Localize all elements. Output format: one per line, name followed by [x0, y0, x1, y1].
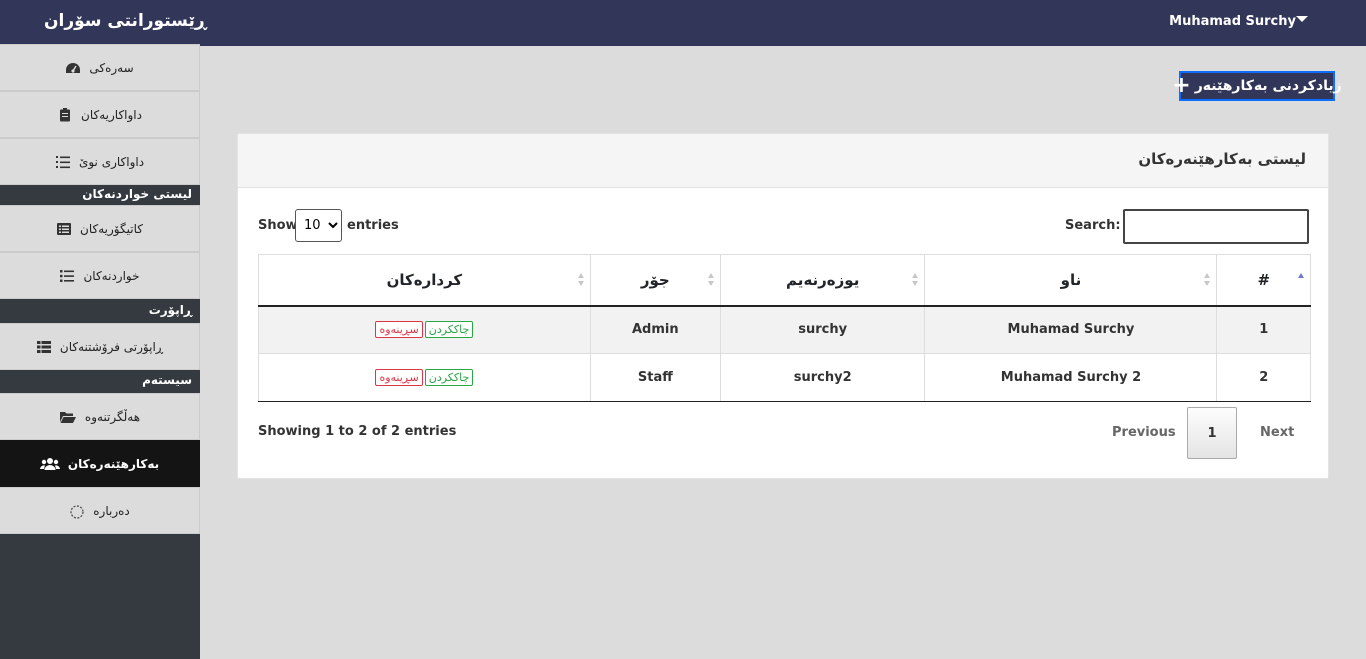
sidebar-item-label: داواکاری نوێ	[78, 154, 145, 169]
card-header: لیستی بەکارهێنەرەکان	[238, 134, 1328, 188]
sidebar-item-label: ڕاپۆرتی فرۆشتنەکان	[59, 339, 164, 354]
name-cell: Muhamad Surchy 2	[924, 353, 1218, 402]
sidebar-item-label: دەربارە	[93, 503, 130, 518]
pagination-page-current[interactable]: 1	[1187, 407, 1237, 459]
sidebar-item-orders[interactable]: داواکاریەکان	[0, 91, 200, 138]
folder-open-icon	[59, 410, 77, 424]
column-header-label: کردارەکان	[386, 270, 463, 289]
dashboard-icon	[65, 61, 81, 75]
table-row: سڕینەوە چاککردن Admin surchy Muhamad Surc…	[258, 305, 1311, 354]
pagination-next[interactable]: Next	[1260, 425, 1294, 440]
chevron-down-icon[interactable]	[1296, 16, 1308, 22]
sort-icon	[707, 273, 714, 287]
sidebar-section-report: ڕاپۆرت	[0, 301, 200, 321]
th-list-icon	[36, 340, 52, 354]
column-header-username[interactable]: یوزەرنەیم	[719, 254, 926, 307]
edit-button[interactable]: چاککردن	[424, 321, 474, 339]
column-header-type[interactable]: جۆر	[589, 254, 721, 307]
sidebar-item-label: هەڵگرتنەوە	[84, 409, 141, 424]
users-card: لیستی بەکارهێنەرەکان Show 10 entries Sea…	[237, 133, 1329, 479]
table-header-row: کردارەکان جۆر یوزەرنەیم ناو #	[258, 254, 1311, 307]
sidebar-item-label: کاتیگۆریەکان	[80, 221, 143, 236]
actions-cell: سڕینەوە چاککردن	[258, 353, 591, 402]
id-cell: 2	[1216, 353, 1311, 402]
column-header-id[interactable]: #	[1216, 254, 1311, 307]
list-ol-icon	[55, 155, 71, 169]
entries-length-select[interactable]: 10	[295, 209, 342, 242]
list-icon	[59, 269, 75, 283]
column-header-label: ناو	[1060, 270, 1082, 289]
list-alt-icon	[56, 222, 72, 236]
sort-icon	[912, 273, 919, 287]
table-row: سڕینەوە چاککردن Staff surchy2 Muhamad Sur…	[258, 353, 1311, 402]
entries-label: entries	[347, 218, 399, 233]
sidebar-item-label: سەرەکی	[89, 60, 134, 75]
sidebar-section-foods: لیستی خواردنەکان	[0, 185, 200, 205]
sidebar-section-system: سیستەم	[0, 371, 200, 391]
sort-icon	[577, 273, 584, 287]
sidebar-item-categories[interactable]: کاتیگۆریەکان	[0, 205, 200, 252]
sidebar-item-sales-report[interactable]: ڕاپۆرتی فرۆشتنەکان	[0, 323, 200, 370]
search-input[interactable]	[1123, 209, 1309, 244]
users-table: کردارەکان جۆر یوزەرنەیم ناو # سڕینەوە چاک…	[258, 254, 1311, 402]
sidebar-item-label: خواردنەکان	[83, 268, 140, 283]
sidebar: سەرەکی داواکاریەکان داواکاری نوێ لیستی خ…	[0, 44, 200, 659]
sort-icon	[1204, 273, 1211, 287]
type-cell: Staff	[589, 353, 721, 402]
pagination-previous[interactable]: Previous	[1112, 425, 1176, 440]
column-header-actions[interactable]: کردارەکان	[258, 254, 591, 307]
column-header-label: جۆر	[640, 270, 670, 289]
name-cell: Muhamad Surchy	[924, 305, 1218, 354]
column-header-name[interactable]: ناو	[924, 254, 1218, 307]
username-cell: surchy2	[719, 353, 926, 402]
sidebar-item-users[interactable]: بەکارهێنەرەکان	[0, 440, 200, 487]
brand-title[interactable]: ڕێستورانتی سۆران	[44, 11, 206, 31]
actions-cell: سڕینەوە چاککردن	[258, 305, 591, 354]
column-header-label: #	[1257, 270, 1271, 289]
add-user-button[interactable]: زیادکردنی بەکارهێنەر +	[1172, 71, 1342, 101]
clipboard-icon	[57, 107, 73, 122]
username-cell: surchy	[719, 305, 926, 354]
sidebar-item-label: بەکارهێنەرەکان	[67, 456, 160, 471]
sidebar-item-backup[interactable]: هەڵگرتنەوە	[0, 393, 200, 440]
add-user-label: زیادکردنی بەکارهێنەر	[1194, 78, 1342, 94]
column-header-label: یوزەرنەیم	[786, 270, 860, 289]
sidebar-item-about[interactable]: دەربارە	[0, 487, 200, 534]
plus-icon: +	[1172, 73, 1191, 98]
sidebar-item-label: داواکاریەکان	[81, 107, 142, 122]
top-navbar: ڕێستورانتی سۆران Muhamad Surchy	[0, 0, 1366, 46]
search-label: Search:	[1065, 218, 1121, 233]
table-info: Showing 1 to 2 of 2 entries	[258, 424, 457, 439]
sidebar-item-new-order[interactable]: داواکاری نوێ	[0, 138, 200, 185]
users-icon	[39, 457, 60, 471]
id-cell: 1	[1216, 305, 1311, 354]
show-label: Show	[258, 218, 298, 233]
delete-button[interactable]: سڕینەوە	[375, 369, 423, 386]
sidebar-item-foods[interactable]: خواردنەکان	[0, 252, 200, 299]
type-cell: Admin	[589, 305, 721, 354]
user-menu-name[interactable]: Muhamad Surchy	[1169, 14, 1296, 29]
circle-notch-icon	[69, 504, 85, 519]
edit-button[interactable]: چاککردن	[424, 369, 474, 386]
sort-asc-icon	[1298, 273, 1304, 287]
sidebar-item-dashboard[interactable]: سەرەکی	[0, 44, 200, 91]
card-title: لیستی بەکارهێنەرەکان	[1138, 150, 1306, 168]
delete-button[interactable]: سڕینەوە	[375, 321, 423, 339]
